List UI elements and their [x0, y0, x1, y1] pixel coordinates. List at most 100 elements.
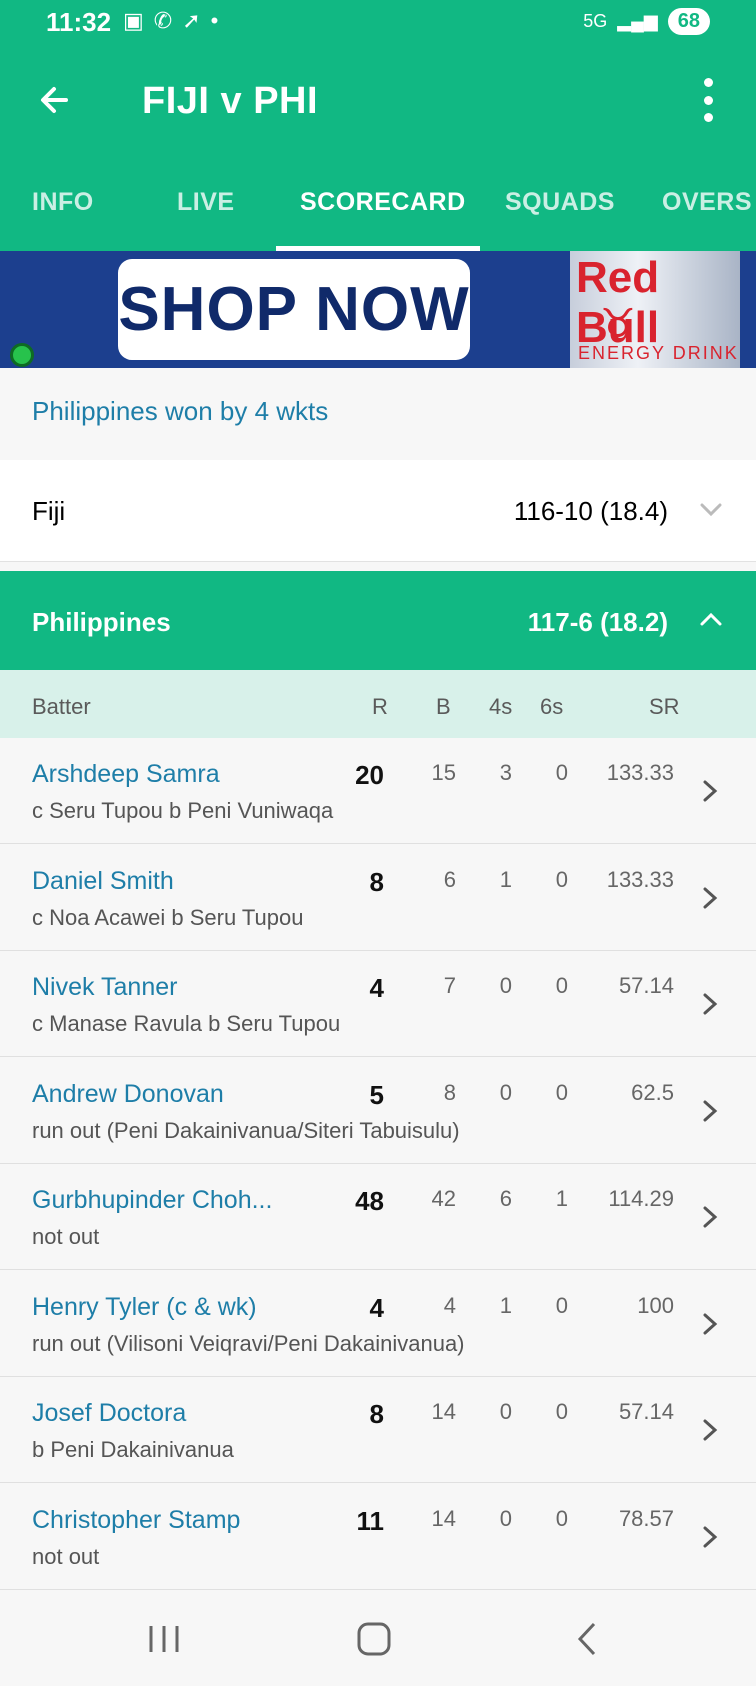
- batter-sixes: 1: [555, 1186, 568, 1211]
- batter-strike-rate: 57.14: [618, 1399, 674, 1424]
- batter-balls: 42: [431, 1186, 456, 1211]
- batter-runs: 4: [369, 973, 384, 1003]
- app-notification-icon: ➚: [182, 8, 201, 33]
- batter-runs: 5: [369, 1079, 384, 1110]
- tab-scorecard[interactable]: SCORECARD: [300, 188, 466, 217]
- batter-name[interactable]: Nivek Tanner: [32, 973, 177, 1002]
- batter-balls: 6: [443, 866, 456, 892]
- chevron-down-icon: [700, 503, 722, 517]
- batter-fours: 1: [499, 866, 512, 892]
- batter-runs: 20: [355, 760, 384, 790]
- batter-name[interactable]: Henry Tyler (c & wk): [32, 1293, 257, 1322]
- shop-now-button[interactable]: SHOP NOW: [118, 259, 470, 360]
- innings-score: 117-6 (18.2): [527, 607, 668, 637]
- tab-live[interactable]: LIVE: [177, 188, 235, 217]
- batter-fours: 1: [499, 1292, 512, 1318]
- dismissal-text: c Seru Tupou b Peni Vuniwaqa: [32, 798, 334, 823]
- match-result: Philippines won by 4 wkts: [0, 368, 756, 460]
- ad-banner[interactable]: SHOP NOW Red Bull ♉ ENERGY DRINK: [0, 251, 756, 368]
- batter-runs: 11: [356, 1505, 385, 1536]
- batter-strike-rate: 100: [637, 1292, 674, 1318]
- batter-strike-rate: 78.57: [618, 1505, 674, 1531]
- batter-sixes: 0: [555, 1079, 568, 1105]
- batter-runs: 48: [355, 1186, 384, 1216]
- ad-indicator-icon: [10, 343, 34, 367]
- batter-row[interactable]: Henry Tyler (c & wk) run out (Vilisoni Ve…: [0, 1270, 756, 1377]
- back-arrow-icon[interactable]: [36, 78, 80, 122]
- batter-fours: 0: [499, 1505, 512, 1531]
- header-sixes: 6s: [540, 694, 564, 719]
- chevron-up-icon: [700, 612, 722, 626]
- batter-balls: 15: [431, 760, 456, 785]
- dismissal-text: b Peni Dakainivanua: [32, 1437, 234, 1462]
- batter-strike-rate: 114.29: [608, 1186, 674, 1211]
- batter-sixes: 0: [555, 760, 568, 785]
- innings-header-fiji[interactable]: Fiji 116-10 (18.4): [0, 460, 756, 562]
- header-batter: Batter: [32, 694, 91, 719]
- batter-balls: 7: [443, 973, 456, 998]
- batter-row[interactable]: Arshdeep Samra c Seru Tupou b Peni Vuniwa…: [0, 738, 756, 844]
- header-fours: 4s: [489, 694, 513, 719]
- tab-bar: INFO LIVE SCORECARD SQUADS OVERS: [0, 170, 756, 251]
- batter-runs: 4: [369, 1292, 384, 1323]
- batter-balls: 14: [431, 1399, 456, 1424]
- ad-tagline: ENERGY DRINK: [578, 343, 739, 363]
- innings-team: Fiji: [32, 496, 66, 526]
- batter-row[interactable]: Christopher Stamp not out 11 14 0 0 78.57: [0, 1483, 756, 1590]
- batting-table-header: Batter R B 4s 6s SR: [0, 670, 756, 738]
- app-header: 11:32 ▣ ✆ ➚ • 5G ▂▄▆ 68 FIJI v PHI INFO …: [0, 0, 756, 251]
- batter-runs: 8: [369, 866, 384, 897]
- batter-name[interactable]: Daniel Smith: [32, 867, 174, 896]
- tab-info[interactable]: INFO: [32, 188, 94, 217]
- batter-balls: 14: [431, 1505, 456, 1531]
- toolbar: FIJI v PHI: [0, 60, 756, 140]
- batter-balls: 4: [443, 1292, 456, 1318]
- batter-strike-rate: 133.33: [606, 866, 674, 892]
- batter-sixes: 0: [555, 866, 568, 892]
- dismissal-text: c Noa Acawei b Seru Tupou: [32, 904, 304, 930]
- innings-header-philippines[interactable]: Philippines 117-6 (18.2): [0, 571, 756, 670]
- dismissal-text: not out: [32, 1543, 100, 1569]
- batter-row[interactable]: Daniel Smith c Noa Acawei b Seru Tupou 8 6 1…: [0, 844, 756, 951]
- result-text: Philippines won by 4 wkts: [32, 396, 329, 426]
- more-notifications-dot-icon: •: [210, 8, 219, 33]
- batter-runs: 8: [369, 1399, 384, 1429]
- chevron-right-icon: [703, 993, 718, 1015]
- bull-logo-icon: ♉: [600, 302, 636, 346]
- innings-team: Philippines: [32, 607, 171, 637]
- batter-sixes: 0: [555, 973, 568, 998]
- batter-name[interactable]: Arshdeep Samra: [32, 760, 220, 789]
- header-strike-rate: SR: [649, 694, 680, 719]
- batter-name[interactable]: Josef Doctora: [32, 1399, 186, 1428]
- status-bar: 11:32 ▣ ✆ ➚ • 5G ▂▄▆ 68: [0, 0, 756, 48]
- chevron-right-icon: [703, 1206, 718, 1228]
- batter-row[interactable]: Gurbhupinder Choh... not out 48 42 6 1 114.29: [0, 1164, 756, 1270]
- battery-level: 68: [667, 8, 710, 35]
- batter-name[interactable]: Christopher Stamp: [32, 1506, 240, 1535]
- innings-score: 116-10 (18.4): [513, 496, 668, 526]
- back-nav-icon[interactable]: [562, 1614, 612, 1664]
- home-icon[interactable]: [349, 1614, 399, 1664]
- batter-row[interactable]: Josef Doctora b Peni Dakainivanua 8 14 0 0 57.…: [0, 1377, 756, 1483]
- match-title: FIJI v PHI: [142, 80, 319, 122]
- batter-row[interactable]: Andrew Donovan run out (Peni Dakainivanua…: [0, 1057, 756, 1164]
- system-nav-bar: [0, 1590, 756, 1686]
- chevron-right-icon: [703, 1419, 718, 1441]
- more-options-icon[interactable]: [700, 78, 716, 122]
- batter-name[interactable]: Andrew Donovan: [32, 1080, 224, 1109]
- dismissal-text: run out (Vilisoni Veiqravi/Peni Dakainiv…: [32, 1330, 465, 1356]
- status-time: 11:32: [46, 7, 112, 37]
- chevron-right-icon: [703, 1313, 718, 1334]
- tab-squads[interactable]: SQUADS: [505, 188, 615, 217]
- dismissal-text: not out: [32, 1224, 100, 1249]
- batter-fours: 0: [499, 1399, 512, 1424]
- batter-name[interactable]: Gurbhupinder Choh...: [32, 1186, 272, 1215]
- batter-row[interactable]: Nivek Tanner c Manase Ravula b Seru Tupou…: [0, 951, 756, 1057]
- tab-overs[interactable]: OVERS: [662, 188, 752, 217]
- dismissal-text: c Manase Ravula b Seru Tupou: [32, 1011, 341, 1036]
- ad-product-image: Red Bull ♉ ENERGY DRINK: [570, 251, 740, 368]
- batter-fours: 0: [499, 1079, 512, 1105]
- batter-fours: 3: [499, 760, 512, 785]
- batter-strike-rate: 133.33: [606, 760, 674, 785]
- recent-apps-icon[interactable]: [139, 1614, 189, 1664]
